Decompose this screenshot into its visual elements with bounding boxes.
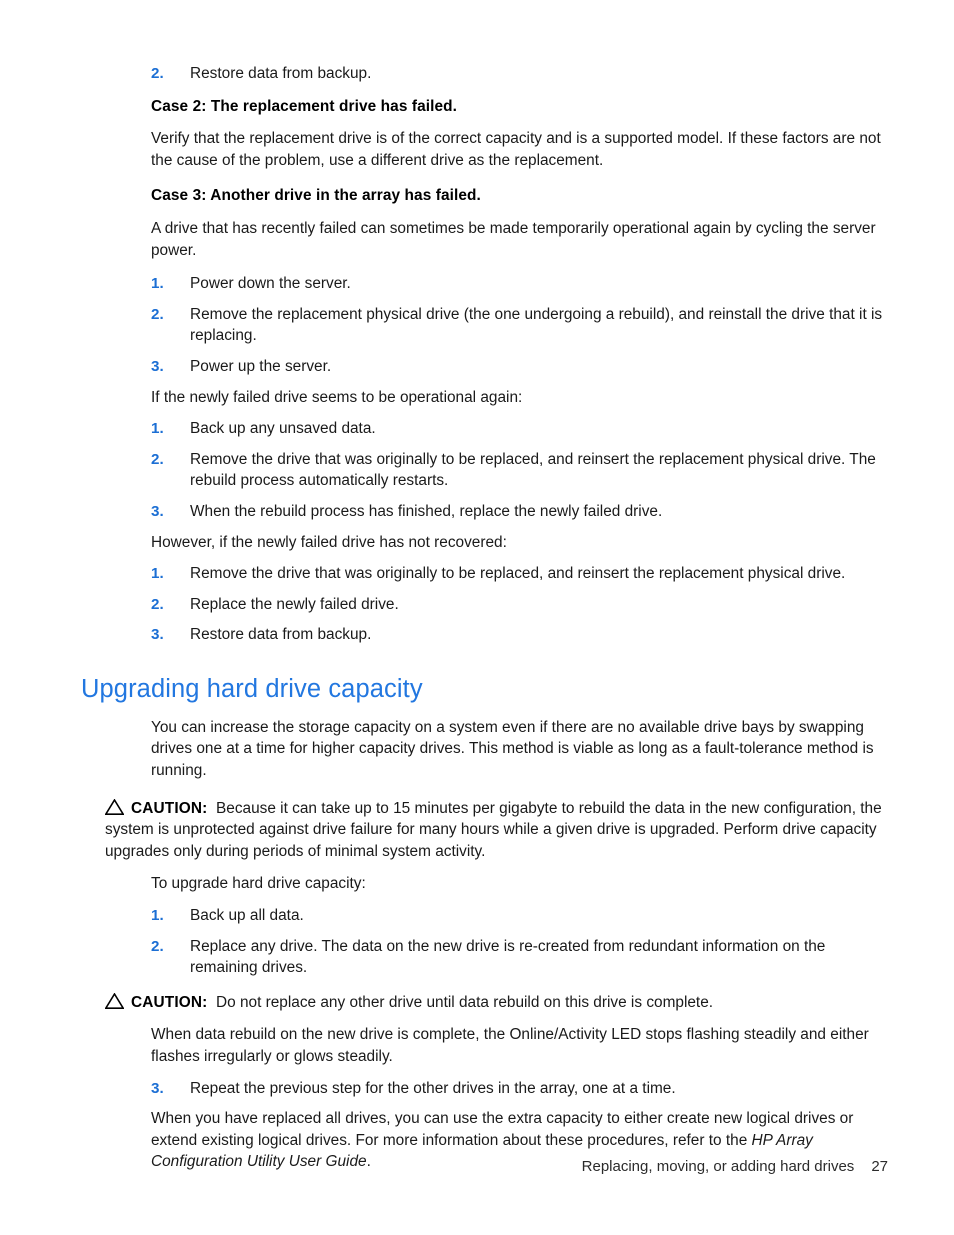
list-item-text: Replace any drive. The data on the new d… <box>190 937 826 977</box>
list-item-text: Power up the server. <box>190 357 332 375</box>
list-item-number: 3. <box>151 502 164 520</box>
page-content: 2. Restore data from backup. Case 2: The … <box>0 63 954 1185</box>
caution-block-2: CAUTION: Do not replace any other drive … <box>105 992 888 1014</box>
list-item-number: 2. <box>151 595 164 613</box>
list-item: 3. Power up the server. <box>151 356 888 387</box>
list-item-text: Back up any unsaved data. <box>190 420 376 438</box>
list-item: 2. Replace any drive. The data on the new… <box>151 936 888 988</box>
warning-triangle-icon <box>105 798 124 815</box>
list-item-text: Remove the drive that was originally to … <box>190 450 876 490</box>
upgrade-steps-a: 1. Back up all data. 2. Replace any drive.… <box>0 905 954 988</box>
caution-body: Do not replace any other drive until dat… <box>216 993 714 1011</box>
list-item: 3. Restore data from backup. <box>151 624 888 655</box>
page-footer: Replacing, moving, or adding hard drives… <box>0 1157 888 1177</box>
list-item: 3. Repeat the previous step for the other… <box>151 1078 888 1109</box>
not-recovered-lead-paragraph: However, if the newly failed drive has n… <box>151 533 507 551</box>
list-item: 3. When the rebuild process has finished,… <box>151 501 888 532</box>
list-item: 2. Replace the newly failed drive. <box>151 594 888 625</box>
list-item-number: 2. <box>151 65 164 82</box>
led-paragraph: When data rebuild on the new drive is co… <box>151 1026 869 1065</box>
list-item-text: When the rebuild process has finished, r… <box>190 502 663 520</box>
list-item-text: Restore data from backup. <box>190 65 372 82</box>
caution-block-1: CAUTION: Because it can take up to 15 mi… <box>105 798 888 863</box>
operational-steps: 1. Back up any unsaved data. 2. Remove the… <box>0 418 954 531</box>
list-item: 2. Restore data from backup. <box>151 63 888 94</box>
list-item-number: 1. <box>151 907 164 925</box>
footer-page-number: 27 <box>871 1158 888 1175</box>
list-item-number: 2. <box>151 450 164 468</box>
list-item-text: Restore data from backup. <box>190 626 372 644</box>
case-3-heading: Case 3: Another drive in the array has f… <box>151 187 481 205</box>
case-3-paragraph: A drive that has recently failed can som… <box>151 219 876 259</box>
list-item-number: 1. <box>151 565 164 583</box>
upgrading-intro-paragraph: You can increase the storage capacity on… <box>151 718 874 780</box>
list-item-number: 2. <box>151 937 164 955</box>
list-item: 1. Remove the drive that was originally t… <box>151 563 888 594</box>
document-page: 2. Restore data from backup. Case 2: The … <box>0 0 954 1235</box>
case-2-paragraph: Verify that the replacement drive is of … <box>151 130 881 169</box>
list-item-number: 1. <box>151 420 164 438</box>
list-item-text: Replace the newly failed drive. <box>190 595 399 613</box>
footer-chapter-title: Replacing, moving, or adding hard drives <box>581 1158 855 1175</box>
upgrade-steps-b: 3. Repeat the previous step for the other… <box>0 1078 954 1109</box>
list-item-number: 3. <box>151 1079 164 1097</box>
procedure-lead-paragraph: To upgrade hard drive capacity: <box>151 875 366 893</box>
list-item-text: Back up all data. <box>190 907 304 925</box>
list-item-text: Remove the replacement physical drive (t… <box>190 305 883 345</box>
top-continuation-list: 2. Restore data from backup. <box>0 63 954 94</box>
case-2-heading: Case 2: The replacement drive has failed… <box>151 97 458 115</box>
list-item-text: Remove the drive that was originally to … <box>190 565 846 583</box>
caution-text: Do not replace any other drive until dat… <box>207 994 713 1011</box>
list-item-number: 3. <box>151 626 164 644</box>
caution-label: CAUTION: <box>131 993 208 1011</box>
list-item: 1. Power down the server. <box>151 273 888 304</box>
list-item-text: Power down the server. <box>190 275 351 293</box>
closing-text-part-1: When you have replaced all drives, you c… <box>151 1110 854 1149</box>
list-item-number: 1. <box>151 275 164 293</box>
list-item-number: 2. <box>151 305 164 323</box>
list-item: 2. Remove the replacement physical drive … <box>151 304 888 356</box>
case-3-steps: 1. Power down the server. 2. Remove the re… <box>0 273 954 386</box>
warning-triangle-icon <box>105 992 124 1009</box>
page-title: Upgrading hard drive capacity <box>81 674 423 703</box>
operational-lead-paragraph: If the newly failed drive seems to be op… <box>151 388 523 406</box>
list-item: 1. Back up any unsaved data. <box>151 418 888 449</box>
caution-label: CAUTION: <box>131 799 208 817</box>
not-recovered-steps: 1. Remove the drive that was originally t… <box>0 563 954 655</box>
list-item: 1. Back up all data. <box>151 905 888 936</box>
caution-text: Because it can take up to 15 minutes per… <box>105 800 882 860</box>
list-item-number: 3. <box>151 357 164 375</box>
caution-body: Because it can take up to 15 minutes per… <box>105 799 882 860</box>
list-item-text: Repeat the previous step for the other d… <box>190 1079 676 1097</box>
list-item: 2. Remove the drive that was originally t… <box>151 449 888 501</box>
